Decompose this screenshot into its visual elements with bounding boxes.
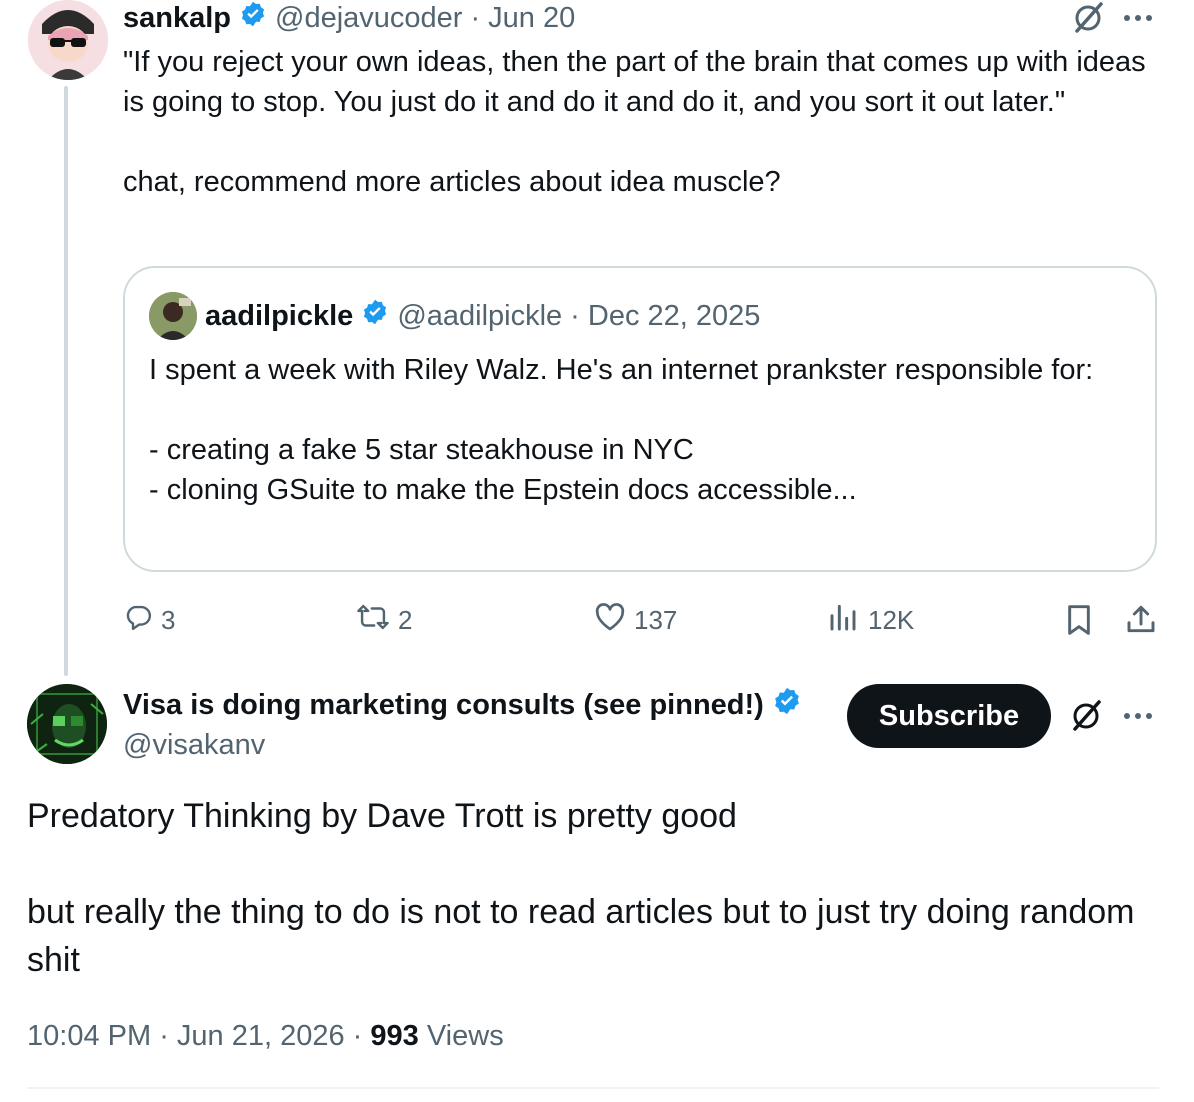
- views-label: Views: [426, 1020, 504, 1052]
- main-tweet-header: Visa is doing marketing consults (see pi…: [123, 686, 802, 724]
- subscribe-button[interactable]: Subscribe: [847, 684, 1051, 748]
- avatar: [149, 292, 197, 340]
- like-icon: [594, 602, 626, 639]
- author-name[interactable]: sankalp: [123, 2, 231, 35]
- divider: [27, 1087, 1159, 1089]
- reply-button[interactable]: 3: [123, 598, 175, 642]
- reply-count: 3: [161, 604, 176, 635]
- verified-icon: [239, 0, 267, 36]
- thread-connector-line: [64, 86, 68, 676]
- author-name: aadilpickle: [205, 299, 354, 332]
- tweet-metadata: 10:04 PM · Jun 21, 2026 · 993 Views: [27, 1016, 504, 1056]
- share-icon[interactable]: [1120, 598, 1162, 642]
- reply-icon: [123, 602, 153, 639]
- repost-icon: [356, 602, 390, 639]
- verified-icon: [361, 298, 389, 334]
- tweet-date: · Dec 22, 2025: [570, 299, 761, 332]
- tweet-date[interactable]: · Jun 21, 2026 ·: [159, 1020, 362, 1052]
- views-count: 993: [370, 1020, 419, 1052]
- quoted-tweet-card[interactable]: aadilpickle @aadilpickle · Dec 22, 2025 …: [123, 266, 1157, 572]
- more-icon[interactable]: [1118, 2, 1158, 34]
- author-handle[interactable]: @visakanv: [123, 726, 265, 764]
- bookmark-icon[interactable]: [1060, 598, 1098, 642]
- repost-count: 2: [398, 604, 413, 635]
- verified-icon: [772, 686, 802, 724]
- views-count: 12K: [868, 604, 915, 635]
- repost-button[interactable]: 2: [356, 598, 412, 642]
- like-button[interactable]: 137: [594, 598, 677, 642]
- views-button[interactable]: 12K: [828, 598, 914, 642]
- grok-icon[interactable]: [1066, 696, 1106, 736]
- tweet-date[interactable]: · Jun 20: [470, 2, 575, 35]
- parent-tweet-header: sankalp @dejavucoder · Jun 20: [123, 0, 575, 36]
- author-name[interactable]: Visa is doing marketing consults (see pi…: [123, 689, 764, 722]
- parent-tweet-text: "If you reject your own ideas, then the …: [123, 46, 1146, 198]
- author-handle: @aadilpickle: [397, 299, 563, 332]
- avatar[interactable]: [28, 0, 108, 80]
- main-tweet-text: Predatory Thinking by Dave Trott is pret…: [27, 797, 1135, 979]
- views-icon: [828, 602, 860, 639]
- avatar[interactable]: [27, 684, 107, 764]
- like-count: 137: [634, 604, 678, 635]
- tweet-time[interactable]: 10:04 PM: [27, 1020, 151, 1052]
- author-handle[interactable]: @dejavucoder: [275, 2, 462, 35]
- quoted-tweet-header: aadilpickle @aadilpickle · Dec 22, 2025: [205, 296, 760, 336]
- grok-icon[interactable]: [1068, 0, 1108, 36]
- quoted-tweet-text: I spent a week with Riley Walz. He's an …: [149, 354, 1094, 506]
- more-icon[interactable]: [1118, 698, 1158, 734]
